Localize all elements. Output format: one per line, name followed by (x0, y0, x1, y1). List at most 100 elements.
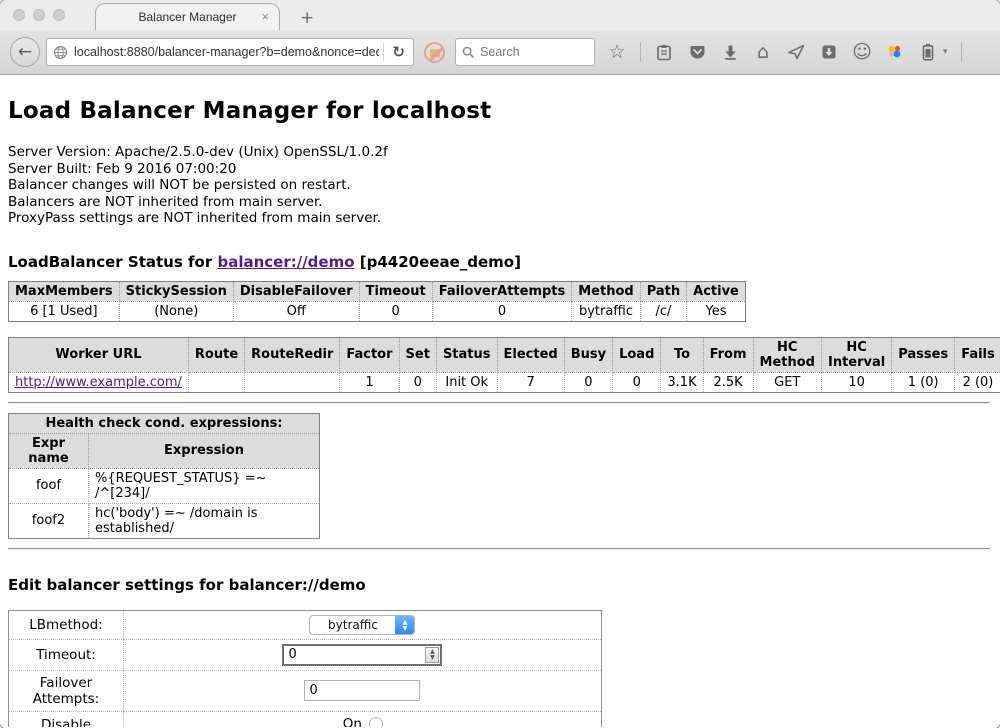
status-heading-prefix: LoadBalancer Status for (8, 253, 217, 271)
browser-window: Balancer Manager × + ← ↻ ☆ (0, 0, 1000, 728)
cell-active: Yes (687, 301, 746, 321)
col-maxmembers: MaxMembers (9, 281, 120, 301)
cell-method: bytraffic (572, 301, 640, 321)
cell-expr-name: foof2 (9, 503, 89, 538)
reading-list-icon[interactable] (654, 41, 674, 63)
cell-expression: %{REQUEST_STATUS} =~ /^[234]/ (89, 468, 320, 503)
toolbar-buttons: ☆ ⌂ ☺ ▾ (607, 41, 1000, 63)
download-icon[interactable] (720, 41, 740, 63)
new-tab-button[interactable]: + (292, 8, 322, 28)
timeout-label: Timeout: (9, 639, 124, 670)
disable-failover-radio-group: On Off (342, 716, 383, 728)
server-built: Server Built: Feb 9 2016 07:00:20 (8, 161, 990, 178)
select-stepper-icon: ▲▼ (395, 616, 414, 634)
save-page-icon[interactable] (819, 41, 839, 63)
col-busy: Busy (564, 337, 612, 372)
col-hc-method: HC Method (753, 337, 821, 372)
battery-icon[interactable] (918, 41, 938, 63)
col-failoverattempts: FailoverAttempts (432, 281, 572, 301)
feedback-smiley-icon[interactable]: ☺ (852, 41, 872, 63)
cell-disablefailover: Off (233, 301, 359, 321)
cell-path: /c/ (640, 301, 686, 321)
col-stickysession: StickySession (119, 281, 233, 301)
col-expr-name: Expr name (9, 433, 89, 468)
color-dots-icon[interactable] (885, 41, 905, 63)
col-expression: Expression (89, 433, 320, 468)
cell-route (188, 372, 244, 392)
search-input[interactable] (480, 45, 588, 59)
back-button[interactable]: ← (10, 37, 40, 67)
server-version: Server Version: Apache/2.5.0-dev (Unix) … (8, 144, 990, 161)
col-route: Route (188, 337, 244, 372)
health-row: foof2 hc('body') =~ /domain is establish… (9, 503, 320, 538)
cell-status: Init Ok (436, 372, 497, 392)
loadbalancer-status-heading: LoadBalancer Status for balancer://demo … (8, 253, 990, 271)
col-load: Load (613, 337, 661, 372)
worker-url-link[interactable]: http://www.example.com/ (15, 375, 182, 390)
window-minimize-button[interactable] (33, 9, 45, 21)
chevron-down-icon[interactable]: ▾ (943, 47, 948, 57)
tab-balancer-manager[interactable]: Balancer Manager × (95, 3, 280, 30)
worker-row: http://www.example.com/ 1 0 Init Ok 7 0 … (9, 372, 1000, 392)
divider (8, 402, 990, 404)
home-icon[interactable]: ⌂ (753, 41, 773, 63)
toolbar-separator (640, 42, 641, 62)
radio-on-label: On (343, 716, 362, 728)
page-content: Load Balancer Manager for localhost Serv… (0, 75, 1000, 727)
cell-expression: hc('body') =~ /domain is established/ (89, 503, 320, 538)
divider (8, 548, 990, 550)
col-elected: Elected (497, 337, 564, 372)
worker-table: Worker URL Route RouteRedir Factor Set S… (8, 337, 1000, 393)
url-input[interactable] (74, 45, 379, 59)
cell-routeredir (245, 372, 340, 392)
col-active: Active (687, 281, 746, 301)
radio-on[interactable] (369, 717, 383, 728)
failover-attempts-input[interactable] (304, 680, 420, 701)
number-stepper-icon[interactable]: ▲▼ (425, 647, 439, 663)
url-bar[interactable]: ↻ (46, 38, 414, 66)
col-routeredir: RouteRedir (245, 337, 340, 372)
pocket-icon[interactable] (687, 41, 707, 63)
menu-icon[interactable] (975, 41, 993, 63)
cell-load: 0 (613, 372, 661, 392)
search-bar[interactable] (455, 38, 595, 66)
col-factor: Factor (340, 337, 399, 372)
lbmethod-selected-value: bytraffic (310, 618, 395, 632)
cell-set: 0 (399, 372, 436, 392)
cell-expr-name: foof (9, 468, 89, 503)
titlebar: Balancer Manager × + (0, 0, 1000, 30)
search-icon (462, 46, 475, 59)
cell-from: 2.5K (703, 372, 753, 392)
plugin-blocked-icon[interactable] (424, 42, 445, 63)
send-plane-icon[interactable] (786, 41, 806, 63)
col-hc-interval: HC Interval (821, 337, 891, 372)
table-header-row: MaxMembers StickySession DisableFailover… (9, 281, 746, 301)
table-header-row: Expr name Expression (9, 433, 320, 468)
cell-elected: 7 (497, 372, 564, 392)
window-close-button[interactable] (13, 9, 25, 21)
server-info: Server Version: Apache/2.5.0-dev (Unix) … (8, 144, 990, 227)
col-to: To (661, 337, 703, 372)
form-row-disable-failover: Disable Failover: On Off (9, 711, 602, 727)
timeout-input-wrapper: ▲▼ (282, 644, 442, 666)
col-status: Status (436, 337, 497, 372)
window-zoom-button[interactable] (53, 9, 65, 21)
notice-persist: Balancer changes will NOT be persisted o… (8, 177, 990, 194)
navigation-toolbar: ← ↻ ☆ (0, 30, 1000, 75)
edit-settings-heading: Edit balancer settings for balancer://de… (8, 576, 990, 594)
cell-failoverattempts: 0 (432, 301, 572, 321)
col-timeout: Timeout (359, 281, 432, 301)
lbmethod-select[interactable]: bytraffic ▲▼ (309, 615, 415, 635)
tab-close-icon[interactable]: × (261, 9, 269, 24)
timeout-input[interactable] (288, 647, 425, 662)
bookmark-star-icon[interactable]: ☆ (607, 41, 627, 63)
balancer-demo-link[interactable]: balancer://demo (217, 253, 354, 271)
cell-stickysession: (None) (119, 301, 233, 321)
cell-passes: 1 (0) (892, 372, 955, 392)
lbmethod-label: LBmethod: (9, 610, 124, 639)
page-title: Load Balancer Manager for localhost (8, 98, 990, 124)
form-row-timeout: Timeout: ▲▼ (9, 639, 602, 670)
reload-icon[interactable]: ↻ (388, 43, 409, 61)
window-controls[interactable] (13, 9, 65, 21)
table-header-row: Worker URL Route RouteRedir Factor Set S… (9, 337, 1000, 372)
